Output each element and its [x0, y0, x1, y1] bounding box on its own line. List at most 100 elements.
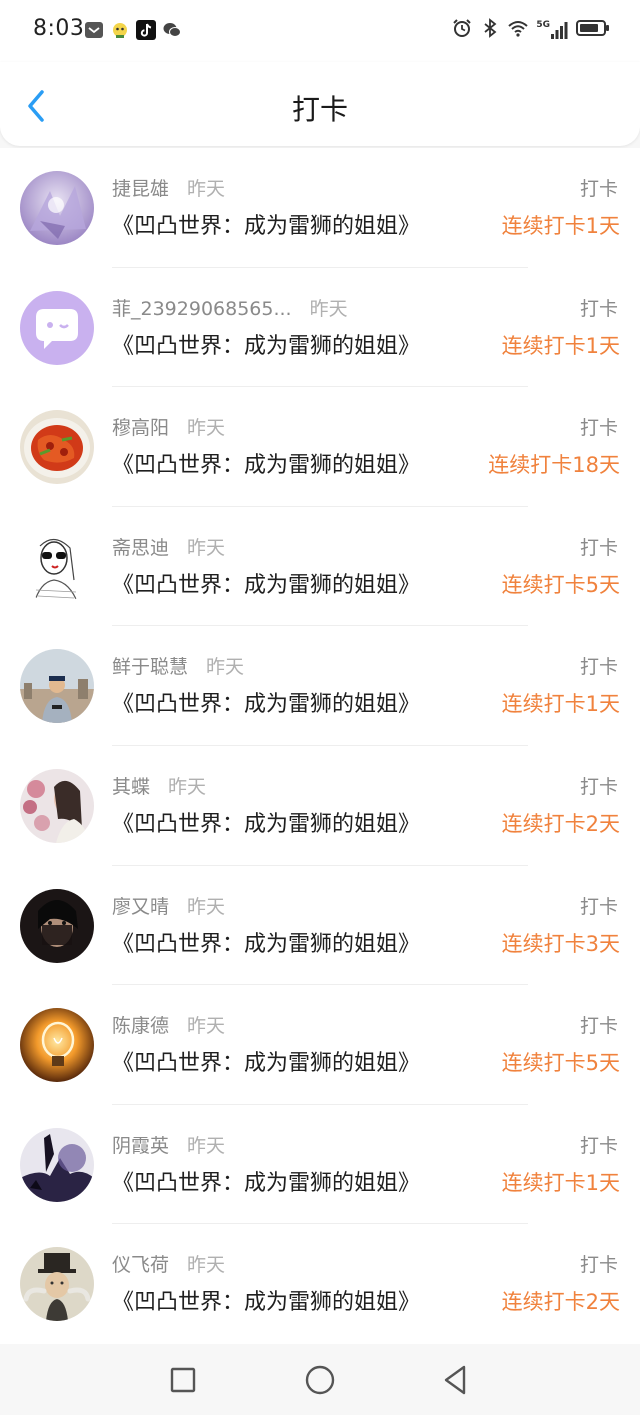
- checkin-time: 昨天: [206, 656, 245, 679]
- user-name[interactable]: 阴霞英: [112, 1135, 169, 1157]
- avatar[interactable]: [20, 410, 94, 485]
- page-title: 打卡: [291, 93, 348, 126]
- system-nav-bar: [0, 1344, 640, 1415]
- tiktok-icon: [136, 20, 156, 44]
- streak-badge: 连续打卡5天: [501, 1051, 620, 1076]
- avatar[interactable]: [20, 171, 94, 245]
- book-title[interactable]: 《凹凸世界：成为雷狮的姐姐》: [112, 447, 420, 479]
- status-bar: 8:03 5G: [0, 0, 640, 62]
- streak-badge: 连续打卡1天: [501, 214, 620, 238]
- avatar[interactable]: [20, 649, 94, 724]
- user-name-line: 仪飞荷 昨天: [112, 1250, 225, 1277]
- wifi-icon: [508, 18, 529, 42]
- checkin-time: 昨天: [187, 178, 226, 200]
- checkin-time: 昨天: [309, 297, 348, 320]
- avatar-sketch-girl: [20, 529, 94, 604]
- checkin-list[interactable]: 捷昆雄 昨天 《凹凸世界：成为雷狮的姐姐》 打卡 连续打卡1天 菲_23929068565…: [0, 148, 640, 1344]
- checkin-row[interactable]: 穆高阳 昨天《凹凸世界：成为雷狮的姐姐》 打卡连续打卡18天: [0, 387, 640, 507]
- recent-apps-button[interactable]: [165, 1362, 201, 1398]
- user-name[interactable]: 鲜于聪慧: [112, 656, 188, 678]
- book-title[interactable]: 《凹凸世界：成为雷狮的姐姐》: [112, 686, 420, 718]
- checkin-label: 打卡: [579, 776, 618, 798]
- book-title[interactable]: 《凹凸世界：成为雷狮的姐姐》: [112, 1165, 420, 1197]
- streak-badge: 连续打卡1天: [501, 333, 620, 358]
- bluetooth-icon: [480, 18, 500, 42]
- checkin-time: 昨天: [187, 1254, 226, 1277]
- user-name[interactable]: 其蝶: [112, 776, 150, 798]
- checkin-time: 昨天: [187, 536, 226, 559]
- avatar[interactable]: [20, 529, 94, 604]
- user-name[interactable]: 穆高阳: [112, 417, 169, 439]
- book-title[interactable]: 《凹凸世界：成为雷狮的姐姐》: [112, 208, 420, 240]
- home-button[interactable]: [302, 1362, 338, 1398]
- avatar[interactable]: [20, 888, 94, 963]
- checkin-row[interactable]: 廖又晴 昨天 《凹凸世界：成为雷狮的姐姐》 打卡 连续打卡3天: [0, 866, 640, 986]
- system-icons: 5G: [452, 18, 610, 42]
- checkin-label: 打卡: [579, 417, 618, 440]
- checkin-time: 昨天: [187, 1015, 226, 1038]
- avatar-purple-crystal: [20, 171, 94, 245]
- checkin-row[interactable]: 其蝶 昨天《凹凸世界：成为雷狮的姐姐》 打卡连续打卡2天: [0, 746, 640, 866]
- user-name-line: 菲_23929068565... 昨天: [112, 294, 348, 321]
- checkin-row[interactable]: 斋思迪 昨天《凹凸世界：成为雷狮的姐姐》 打卡连续打卡5天: [0, 507, 640, 627]
- user-name[interactable]: 斋思迪: [112, 537, 169, 559]
- recent-apps-icon: [170, 1367, 196, 1393]
- checkin-row[interactable]: 仪飞荷 昨天 《凹凸世界：成为雷狮的姐姐》 打卡 连续打卡2天: [0, 1224, 640, 1344]
- user-name-line: 斋思迪 昨天: [112, 533, 225, 560]
- user-name[interactable]: 陈康德: [112, 1015, 169, 1037]
- checkin-row[interactable]: 捷昆雄 昨天 《凹凸世界：成为雷狮的姐姐》 打卡 连续打卡1天: [0, 148, 640, 268]
- streak-badge: 连续打卡1天: [501, 692, 620, 717]
- avatar[interactable]: [20, 1247, 94, 1322]
- avatar-lightbulb: [20, 1008, 94, 1083]
- user-name[interactable]: 捷昆雄: [112, 178, 169, 200]
- avatar-dark-castle: [20, 1127, 94, 1202]
- status-time: 8:03: [33, 16, 85, 41]
- checkin-time: 昨天: [187, 895, 226, 918]
- user-name-line: 廖又晴 昨天: [112, 892, 225, 919]
- battery-icon: [576, 18, 610, 42]
- checkin-time: 昨天: [168, 776, 207, 798]
- streak-badge: 连续打卡2天: [501, 812, 620, 836]
- alarm-icon: [452, 18, 472, 42]
- user-name-line: 穆高阳 昨天: [112, 413, 225, 440]
- avatar[interactable]: [20, 290, 94, 365]
- checkin-row[interactable]: 鲜于聪慧 昨天 《凹凸世界：成为雷狮的姐姐》 打卡 连续打卡1天: [0, 626, 640, 746]
- network-type: 5G: [536, 20, 550, 30]
- checkin-time: 昨天: [187, 417, 226, 440]
- checkin-label: 打卡: [579, 895, 618, 918]
- checkin-row[interactable]: 陈康德 昨天 《凹凸世界：成为雷狮的姐姐》 打卡 连续打卡5天: [0, 985, 640, 1105]
- avatar-default-chat: [20, 290, 94, 365]
- streak-badge: 连续打卡5天: [501, 572, 620, 597]
- checkin-row[interactable]: 菲_23929068565... 昨天 《凹凸世界：成为雷狮的姐姐》 打卡 连续打卡1天: [0, 268, 640, 388]
- nav-back-button[interactable]: [437, 1362, 473, 1398]
- book-title[interactable]: 《凹凸世界：成为雷狮的姐姐》: [112, 806, 420, 838]
- avatar-top-hat: [20, 1247, 94, 1322]
- avatar[interactable]: [20, 769, 94, 843]
- user-name[interactable]: 仪飞荷: [112, 1254, 169, 1276]
- home-icon: [305, 1365, 335, 1395]
- book-title[interactable]: 《凹凸世界：成为雷狮的姐姐》: [112, 926, 420, 958]
- avatar[interactable]: [20, 1008, 94, 1083]
- user-name-line: 鲜于聪慧 昨天: [112, 652, 244, 679]
- streak-badge: 连续打卡2天: [501, 1290, 620, 1315]
- user-name[interactable]: 廖又晴: [112, 896, 169, 918]
- user-name-line: 捷昆雄 昨天: [112, 174, 225, 201]
- book-title[interactable]: 《凹凸世界：成为雷狮的姐姐》: [112, 328, 420, 360]
- user-name-line: 其蝶 昨天: [112, 772, 206, 799]
- signal-icon: 5G: [536, 20, 568, 40]
- streak-badge: 连续打卡18天: [488, 453, 620, 478]
- checkin-label: 打卡: [579, 536, 618, 559]
- notification-icons: [84, 20, 182, 44]
- message-icon: [84, 20, 104, 44]
- book-title[interactable]: 《凹凸世界：成为雷狮的姐姐》: [112, 1284, 420, 1316]
- avatar[interactable]: [20, 1127, 94, 1202]
- user-name[interactable]: 菲_23929068565...: [112, 298, 292, 320]
- checkin-label: 打卡: [579, 1134, 618, 1157]
- avatar-dark-portrait: [20, 888, 94, 963]
- streak-badge: 连续打卡1天: [501, 1170, 620, 1195]
- book-title[interactable]: 《凹凸世界：成为雷狮的姐姐》: [112, 1045, 420, 1077]
- user-name-line: 阴霞英 昨天: [112, 1131, 225, 1158]
- avatar-city-man: [20, 649, 94, 724]
- checkin-row[interactable]: 阴霞英 昨天《凹凸世界：成为雷狮的姐姐》 打卡连续打卡1天: [0, 1105, 640, 1225]
- book-title[interactable]: 《凹凸世界：成为雷狮的姐姐》: [112, 567, 420, 599]
